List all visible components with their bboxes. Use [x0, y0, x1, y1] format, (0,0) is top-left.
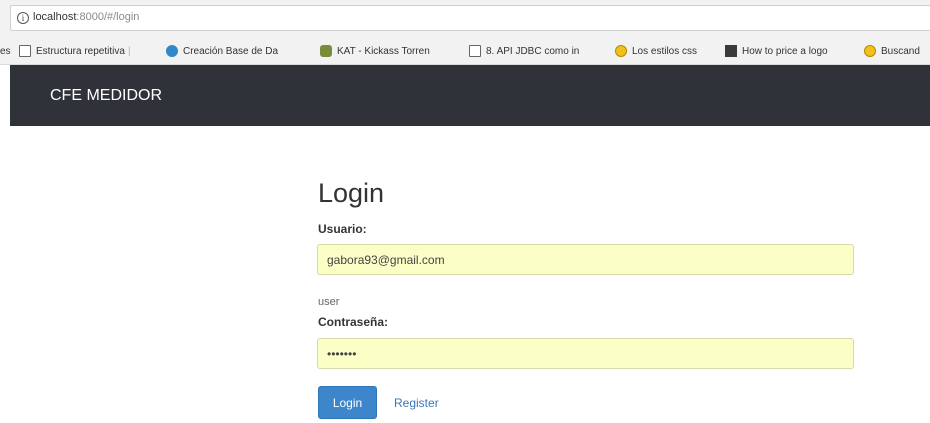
smiley-icon: [864, 45, 876, 57]
bookmark-label: Buscand: [881, 45, 920, 57]
kat-icon: [320, 45, 332, 57]
url-text[interactable]: localhost:8000/#/login: [33, 11, 139, 23]
bookmark-item[interactable]: 8. API JDBC como in: [469, 43, 579, 59]
register-link[interactable]: Register: [394, 396, 439, 410]
bookmark-label: es: [0, 45, 11, 57]
bookmark-item[interactable]: How to price a logo: [725, 43, 828, 59]
smiley-icon: [615, 45, 627, 57]
bookmark-label: How to price a logo: [742, 45, 828, 57]
wordpress-icon: [166, 45, 178, 57]
bookmarks-bar: es Estructura repetitiva | Creación Base …: [0, 37, 930, 65]
pi-icon: [725, 45, 737, 57]
bookmark-item[interactable]: es: [0, 43, 11, 59]
bookmark-label: 8. API JDBC como in: [486, 45, 580, 57]
bookmark-item[interactable]: Buscand: [864, 43, 920, 59]
password-input[interactable]: [317, 338, 854, 369]
page-title: Login: [318, 178, 385, 208]
browser-address-bar: i localhost:8000/#/login: [0, 0, 930, 37]
url-field[interactable]: i localhost:8000/#/login: [10, 5, 930, 31]
info-icon[interactable]: i: [17, 12, 29, 24]
password-label: Contraseña:: [318, 315, 389, 329]
bookmark-label: KAT - Kickass Torren: [337, 45, 430, 57]
bookmark-item[interactable]: Los estilos css: [615, 43, 697, 59]
bookmark-label: Estructura repetitiva: [36, 45, 125, 57]
login-button[interactable]: Login: [318, 386, 377, 419]
username-input[interactable]: [317, 244, 854, 275]
navbar-brand[interactable]: CFE MEDIDOR: [50, 87, 162, 105]
page-icon: [19, 45, 31, 57]
username-label: Usuario:: [318, 222, 367, 236]
bookmark-item[interactable]: Estructura repetitiva |: [19, 43, 131, 59]
username-hint: user: [318, 296, 340, 308]
bookmark-item[interactable]: Creación Base de Da: [166, 43, 278, 59]
bookmark-item[interactable]: KAT - Kickass Torren: [320, 43, 430, 59]
bookmark-label: Creación Base de Da: [183, 45, 279, 57]
app-navbar: CFE MEDIDOR: [10, 65, 930, 126]
page-icon: [469, 45, 481, 57]
bookmark-label: Los estilos css: [632, 45, 698, 57]
